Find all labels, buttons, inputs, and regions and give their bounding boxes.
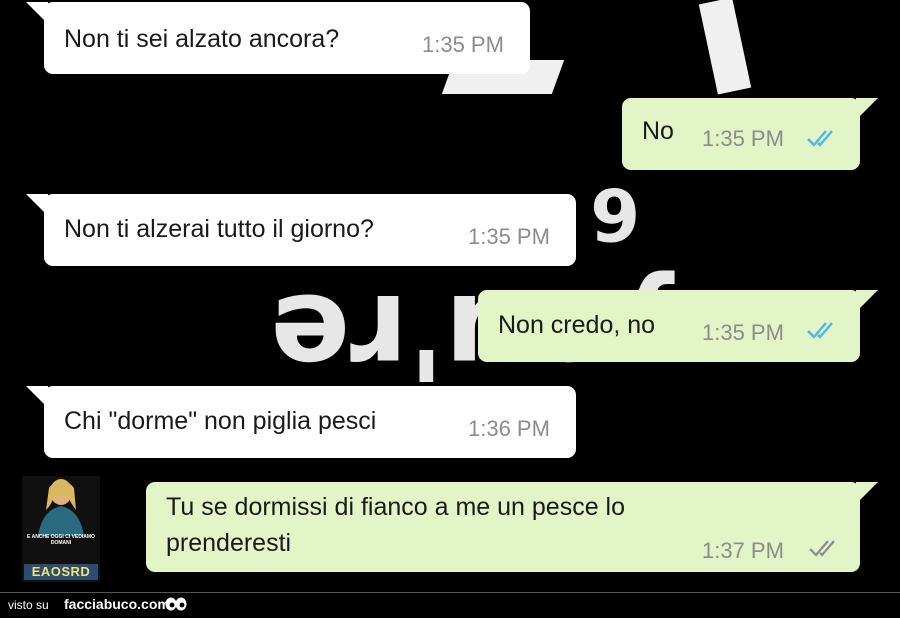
message-bubble-incoming: Non ti alzerai tutto il giorno? 1:35 PM [26,194,576,266]
message-text: No [642,117,674,145]
message-time: 1:35 PM [422,32,504,57]
message-time: 1:36 PM [468,416,550,441]
watermark-visto-label: visto su [8,598,49,612]
message-text: Non ti sei alzato ancora? [64,25,340,53]
double-check-icon [809,540,835,557]
watermark-footer: visto su facciabuco.com [0,592,900,618]
message-text: Non ti alzerai tutto il giorno? [64,215,374,243]
message-bubble-outgoing: Tu se dormissi di fianco a me un pesce l… [146,482,878,572]
thumbnail-caption: e anche oggi ci vediamo domani [27,534,95,546]
message-time: 1:35 PM [468,224,550,249]
message-text: Chi "dorme" non piglia pesci [64,407,377,435]
message-bubble-incoming: Non ti sei alzato ancora? 1:35 PM [26,2,530,74]
message-time: 1:35 PM [702,320,784,345]
message-bubble-outgoing: No 1:35 PM [622,98,878,170]
double-check-icon [807,322,833,339]
background-fragment [698,0,752,95]
thumbnail-tag: EAOSRD [24,564,98,580]
message-bubble-outgoing: Non credo, no 1:35 PM [478,290,878,362]
watermark-thumbnail: e anche oggi ci vediamo domani EAOSRD [22,476,100,582]
watermark-site-link[interactable]: facciabuco.com [64,596,170,612]
person-illustration [38,479,84,536]
message-text-line-2: prenderesti [166,529,292,557]
eyes-icon [165,597,187,611]
message-text-line-1: Tu se dormissi di fianco a me un pesce l… [166,493,626,521]
message-time: 1:37 PM [702,538,784,563]
background-text-6: 6 [590,172,641,256]
double-check-icon [807,130,833,147]
message-text: Non credo, no [498,311,656,339]
message-time: 1:35 PM [702,126,784,151]
message-bubble-incoming: Chi "dorme" non piglia pesci 1:36 PM [26,386,576,458]
